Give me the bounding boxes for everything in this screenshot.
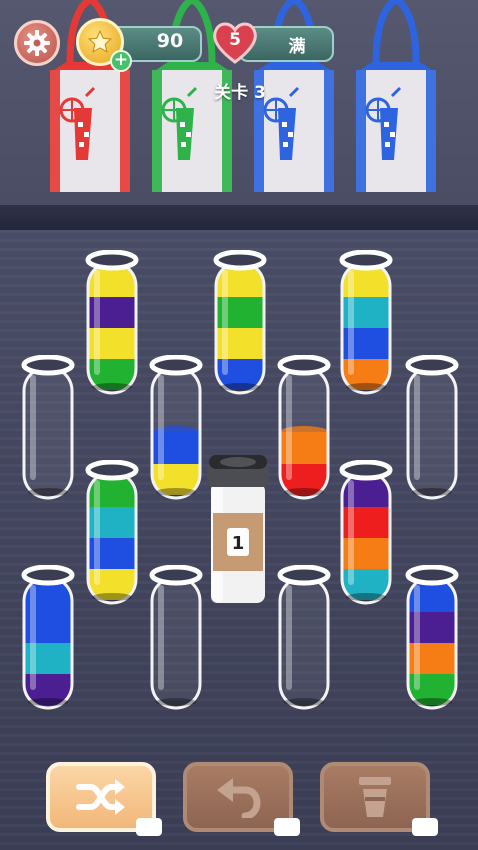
cup-icon: [359, 777, 391, 817]
video-ad-icon: [136, 818, 162, 836]
coin-value: 90: [156, 30, 184, 52]
tube-1[interactable]: [84, 250, 140, 395]
tube-12[interactable]: [276, 565, 332, 710]
level-label: 关卡 3: [214, 83, 266, 103]
tube-7[interactable]: [404, 355, 460, 500]
tube-9[interactable]: [338, 460, 394, 605]
video-ad-icon: [274, 818, 300, 836]
settings-button[interactable]: [14, 20, 60, 66]
tube-3[interactable]: [338, 250, 394, 395]
tube-6[interactable]: [276, 355, 332, 500]
undo-icon: [217, 778, 261, 818]
order-bag: [356, 0, 436, 192]
tube-8[interactable]: [84, 460, 140, 605]
tube-5[interactable]: [148, 355, 204, 500]
tube-2[interactable]: [212, 250, 268, 395]
add-coins-button[interactable]: +: [110, 50, 132, 72]
tube-11[interactable]: [148, 565, 204, 710]
lives-count: 5: [229, 30, 241, 50]
video-ad-icon: [412, 818, 438, 836]
shuffle-icon: [76, 779, 125, 815]
tube-4[interactable]: [20, 355, 76, 500]
tube-13[interactable]: [404, 565, 460, 710]
gear-icon: [24, 30, 50, 56]
cup-count: 1: [232, 533, 245, 554]
plus-icon: +: [113, 50, 129, 70]
lives-status: 满: [288, 37, 306, 57]
shelf: [0, 205, 478, 233]
tube-10[interactable]: [20, 565, 76, 710]
coffee-cup[interactable]: 1: [207, 455, 269, 605]
